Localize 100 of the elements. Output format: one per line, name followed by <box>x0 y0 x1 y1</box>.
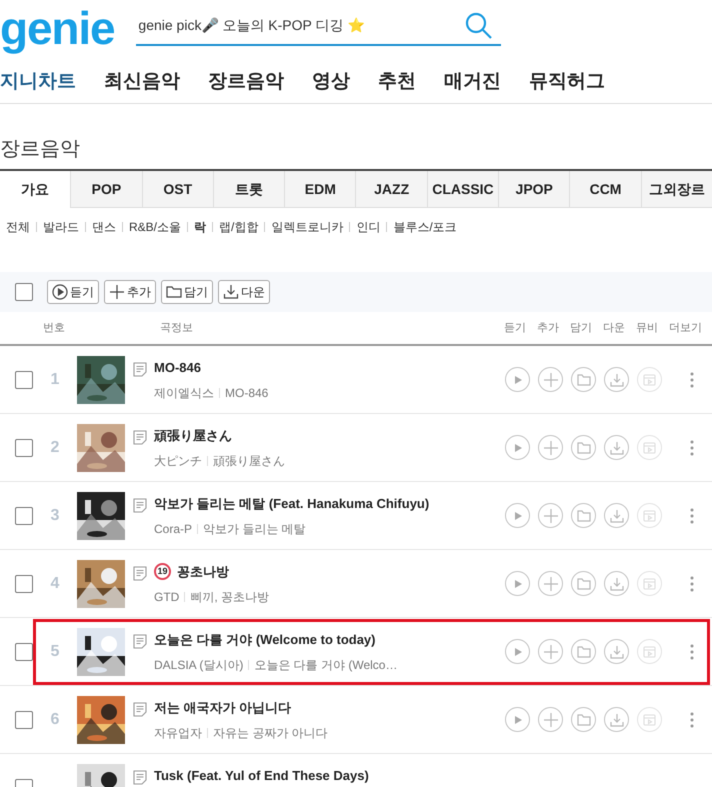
genre-tab[interactable]: 그외장르 <box>640 171 712 208</box>
add-button[interactable] <box>538 367 563 392</box>
nav-item[interactable]: 최신음악 <box>104 68 180 97</box>
more-icon[interactable] <box>690 372 694 388</box>
song-title[interactable]: 오늘은 다를 거야 (Welcome to today) <box>154 630 376 650</box>
folder-button[interactable] <box>571 435 596 460</box>
album-link[interactable]: 자유는 공짜가 아니다 <box>213 724 328 742</box>
subgenre-link[interactable]: 댄스 <box>92 218 116 236</box>
search-field[interactable]: genie pick🎤 오늘의 K-POP 디깅 ⭐ <box>136 8 502 46</box>
artist-link[interactable]: 자유업자 <box>154 724 202 742</box>
download-button[interactable] <box>604 639 629 664</box>
artist-link[interactable]: 大ピンチ <box>154 452 202 470</box>
row-checkbox[interactable] <box>15 506 33 524</box>
artist-link[interactable]: DALSIA (달시아) <box>154 656 244 674</box>
download-button[interactable] <box>604 503 629 528</box>
folder-button[interactable] <box>571 639 596 664</box>
genre-tab[interactable]: CCM <box>569 171 641 208</box>
music-video-button[interactable] <box>637 707 662 732</box>
music-video-button[interactable] <box>637 639 662 664</box>
artist-link[interactable]: 제이엘식스 <box>154 384 214 402</box>
add-button[interactable] <box>538 707 563 732</box>
lyrics-icon[interactable] <box>133 430 147 445</box>
add-button[interactable]: 추가 <box>104 280 156 304</box>
download-button[interactable]: 다운 <box>218 280 270 304</box>
download-button[interactable] <box>604 571 629 596</box>
genre-tab[interactable]: JAZZ <box>355 171 427 208</box>
download-button[interactable] <box>604 367 629 392</box>
nav-item[interactable]: 장르음악 <box>208 68 284 97</box>
genre-tab[interactable]: 트롯 <box>212 171 284 208</box>
play-button[interactable] <box>505 367 530 392</box>
more-icon[interactable] <box>690 508 694 524</box>
more-icon[interactable] <box>690 712 694 728</box>
album-link[interactable]: 오늘은 다를 거야 (Welco… <box>254 656 398 674</box>
subgenre-link[interactable]: 발라드 <box>43 218 79 236</box>
row-checkbox[interactable] <box>15 642 33 660</box>
nav-item[interactable]: 뮤직허그 <box>529 68 605 97</box>
subgenre-link[interactable]: 일렉트로니카 <box>271 218 344 236</box>
subgenre-link[interactable]: 랩/힙합 <box>219 218 258 236</box>
lyrics-icon[interactable] <box>133 566 147 581</box>
subgenre-link[interactable]: 락 <box>194 218 206 236</box>
play-button[interactable] <box>505 707 530 732</box>
more-icon[interactable] <box>690 644 694 660</box>
row-checkbox[interactable] <box>15 370 33 388</box>
album-link[interactable]: MO-846 <box>225 384 268 402</box>
song-title[interactable]: 꽁초나방 <box>177 562 229 582</box>
subgenre-link[interactable]: 인디 <box>356 218 380 236</box>
select-all-checkbox[interactable] <box>15 283 33 301</box>
folder-button[interactable] <box>571 707 596 732</box>
lyrics-icon[interactable] <box>133 702 147 717</box>
lyrics-icon[interactable] <box>133 634 147 649</box>
song-title[interactable]: 저는 애국자가 아닙니다 <box>154 698 292 718</box>
album-link[interactable]: 頑張り屋さん <box>213 452 285 470</box>
play-button[interactable] <box>505 435 530 460</box>
nav-item[interactable]: 지니차트 <box>0 68 76 97</box>
song-title[interactable]: MO-846 <box>154 358 201 378</box>
genre-tab[interactable]: OST <box>142 171 213 208</box>
row-checkbox[interactable] <box>15 574 33 592</box>
song-title[interactable]: 頑張り屋さん <box>154 426 232 446</box>
folder-button[interactable]: 담기 <box>161 280 213 304</box>
add-button[interactable] <box>538 639 563 664</box>
artist-link[interactable]: GTD <box>154 588 180 606</box>
song-title[interactable]: Tusk (Feat. Yul of End These Days) <box>154 766 369 786</box>
row-checkbox[interactable] <box>15 438 33 456</box>
play-button[interactable]: 듣기 <box>47 280 99 304</box>
folder-button[interactable] <box>571 367 596 392</box>
album-link[interactable]: 삐끼, 꽁초나방 <box>190 588 270 606</box>
more-icon[interactable] <box>690 576 694 592</box>
more-icon[interactable] <box>690 440 694 456</box>
lyrics-icon[interactable] <box>133 498 147 513</box>
download-button[interactable] <box>604 435 629 460</box>
search-icon[interactable] <box>465 12 494 40</box>
genre-tab[interactable]: CLASSIC <box>426 171 498 208</box>
subgenre-link[interactable]: R&B/소울 <box>129 218 182 236</box>
folder-button[interactable] <box>571 503 596 528</box>
nav-item[interactable]: 영상 <box>312 68 350 97</box>
row-checkbox[interactable] <box>15 710 33 728</box>
subgenre-link[interactable]: 전체 <box>6 218 30 236</box>
subgenre-link[interactable]: 블루스/포크 <box>393 218 457 236</box>
artist-link[interactable]: Cora-P <box>154 520 192 538</box>
genre-tab[interactable]: JPOP <box>498 171 570 208</box>
music-video-button[interactable] <box>637 571 662 596</box>
add-button[interactable] <box>538 503 563 528</box>
genre-tab[interactable]: EDM <box>284 171 356 208</box>
lyrics-icon[interactable] <box>133 362 147 377</box>
genre-tab[interactable]: POP <box>70 171 142 208</box>
song-title[interactable]: 악보가 들리는 메탈 (Feat. Hanakuma Chifuyu) <box>154 494 430 514</box>
play-button[interactable] <box>505 639 530 664</box>
music-video-button[interactable] <box>637 435 662 460</box>
play-button[interactable] <box>505 503 530 528</box>
folder-button[interactable] <box>571 571 596 596</box>
add-button[interactable] <box>538 571 563 596</box>
lyrics-icon[interactable] <box>133 770 147 785</box>
album-link[interactable]: 악보가 들리는 메탈 <box>203 520 306 538</box>
nav-item[interactable]: 매거진 <box>444 68 501 97</box>
play-button[interactable] <box>505 571 530 596</box>
nav-item[interactable]: 추천 <box>378 68 416 97</box>
music-video-button[interactable] <box>637 503 662 528</box>
download-button[interactable] <box>604 707 629 732</box>
music-video-button[interactable] <box>637 367 662 392</box>
add-button[interactable] <box>538 435 563 460</box>
